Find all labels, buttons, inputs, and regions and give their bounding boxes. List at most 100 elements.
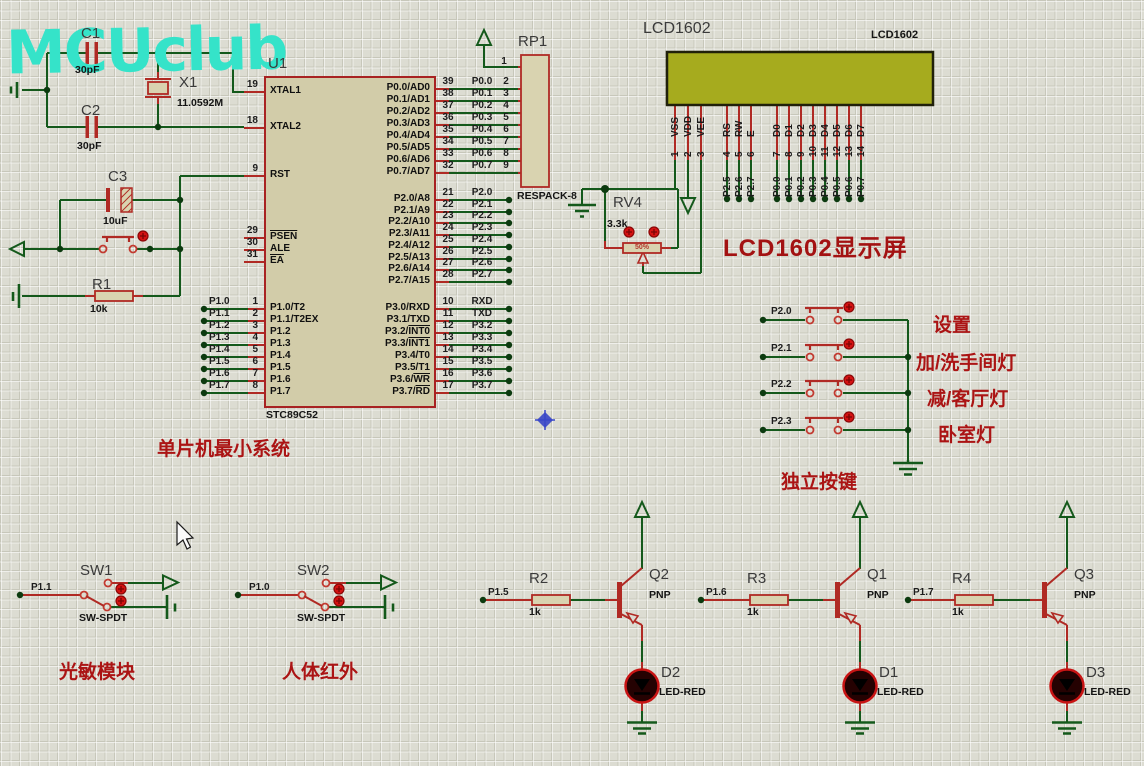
mcu-pin-name: P1.4	[270, 350, 291, 361]
mcu-pin-number: 9	[228, 163, 258, 174]
lcd-pin-name: D0	[772, 124, 784, 137]
mouse-cursor-icon	[177, 522, 193, 549]
net-label: P1.0	[249, 582, 270, 593]
transistor-q1-base-bar	[835, 582, 840, 618]
mcu-pin-number: 16	[436, 368, 460, 379]
net-label: P2.2	[771, 379, 792, 390]
respack-pin-number: 4	[496, 100, 516, 111]
mcu-pin-number: 37	[436, 100, 460, 111]
sw1-ref: SW1	[80, 562, 113, 579]
lcd-pin-number: 13	[844, 146, 856, 157]
transistor-q2-type: PNP	[649, 589, 671, 601]
led-d3-ref: D3	[1086, 664, 1105, 681]
mcu-pin-name: P2.1/A9	[331, 205, 430, 216]
mcu-pin-number: 39	[436, 76, 460, 87]
cap-c2-plate	[86, 116, 90, 138]
net-label: P3.7	[460, 380, 504, 391]
lcd-pin-name: RW	[734, 121, 746, 137]
key-caption-set: 设置	[933, 310, 971, 337]
mcu-pin-number: 29	[228, 225, 258, 236]
reset-button[interactable]	[102, 237, 134, 242]
lcd-pin-name: D2	[796, 124, 808, 137]
mcu-pin-number: 36	[436, 112, 460, 123]
mcu-pin-name: P1.3	[270, 338, 291, 349]
key-button-set[interactable]	[805, 308, 843, 313]
lcd-pin-name: D6	[844, 124, 856, 137]
transistor-q2-base-bar	[617, 582, 622, 618]
mcu-pin-name: P1.7	[270, 386, 291, 397]
lcd-pin-number: 7	[772, 151, 784, 157]
mcu-pin-name: P3.7/RD	[331, 386, 430, 397]
mcu-pin-number: 14	[436, 344, 460, 355]
transistor-q1-ref: Q1	[867, 566, 887, 583]
mcu-pin-number: 23	[436, 210, 460, 221]
respack-pin-number: 7	[496, 136, 516, 147]
mcu-pin-name: P3.4/T0	[331, 350, 430, 361]
interaction-markers[interactable]	[116, 227, 854, 606]
respack-pin-number: 2	[496, 76, 516, 87]
mcu-pin-number: 21	[436, 187, 460, 198]
mcu-pin-name: ALE	[270, 243, 290, 254]
net-label: P0.1	[784, 176, 796, 197]
lcd-display-caption: LCD1602显示屏	[723, 228, 908, 263]
pot-rv4-ref: RV4	[613, 194, 642, 211]
mcu-pin-number: 25	[436, 234, 460, 245]
mcu-pin-name: P1.5	[270, 362, 291, 373]
transistor-q2-ref: Q2	[649, 566, 669, 583]
mcu-pin-name: P2.7/A15	[331, 275, 430, 286]
cap-c3-plate	[106, 188, 110, 212]
lcd-pin-number: 2	[683, 151, 695, 157]
lcd-pin-number: 12	[832, 146, 844, 157]
lcd-pin-name: D5	[832, 124, 844, 137]
mcu-pin-number: 38	[436, 88, 460, 99]
sw1-lever[interactable]	[86, 596, 104, 606]
mcu-pin-name: P3.2/INT0	[331, 326, 430, 337]
net-label: P0.0	[772, 176, 784, 197]
net-label: P1.4	[209, 344, 243, 355]
lcd-pin-name: D1	[784, 124, 796, 137]
led-d3-part: LED-RED	[1084, 686, 1131, 698]
mcu-pin-name: P0.7/AD7	[331, 166, 430, 177]
lcd-title: LCD1602	[643, 20, 711, 38]
mcu-pin-name: P1.2	[270, 326, 291, 337]
resistor-r3-ref: R3	[747, 570, 766, 587]
mcu-pin-number: 13	[436, 332, 460, 343]
lcd-pin-name: VSS	[670, 117, 682, 137]
respack-pin-number: 8	[496, 148, 516, 159]
led-d1-ref: D1	[879, 664, 898, 681]
resistor-r2-value: 1k	[529, 606, 541, 618]
key-button-minus[interactable]	[805, 381, 843, 386]
lcd-pin-number: 11	[820, 146, 832, 157]
net-label: P1.5	[209, 356, 243, 367]
mcu-pin-number: 31	[228, 249, 258, 260]
mcu-pin-name: RST	[270, 169, 290, 180]
crystal-value: 11.0592M	[177, 97, 223, 109]
mcu-pin-number: 10	[436, 296, 460, 307]
mcu-pin-name: PSEN	[270, 231, 297, 242]
net-label: P1.3	[209, 332, 243, 343]
cap-c3-plate-polarized	[121, 188, 132, 212]
key-button-bedroom[interactable]	[805, 418, 843, 423]
mcu-pin-name: P1.1/T2EX	[270, 314, 318, 325]
net-label: P1.5	[488, 587, 509, 598]
sw2-lever[interactable]	[304, 596, 322, 606]
net-label: P2.5	[460, 246, 504, 257]
net-label: P3.6	[460, 368, 504, 379]
mcu-pin-name: P3.0/RXD	[331, 302, 430, 313]
net-label: P1.1	[209, 308, 243, 319]
schematic-wiring	[0, 0, 1144, 766]
lcd-pin-number: 5	[734, 151, 746, 157]
mcu-pin-name: P2.6/A14	[331, 263, 430, 274]
transistor-q3-base-bar	[1042, 582, 1047, 618]
net-label: P0.6	[844, 176, 856, 197]
mcu-pin-number: 24	[436, 222, 460, 233]
resistor-r4-body	[955, 595, 993, 605]
mcu-pin-name: P2.4/A12	[331, 240, 430, 251]
net-label: P2.3	[771, 416, 792, 427]
mcu-pin-name: P2.2/A10	[331, 216, 430, 227]
key-caption-minus: 减/客厅灯	[927, 384, 1008, 411]
mcu-pin-name: P2.5/A13	[331, 252, 430, 263]
key-button-plus[interactable]	[805, 345, 843, 350]
respack-part: RESPACK-8	[517, 190, 577, 202]
mcu-pin-number: 12	[436, 320, 460, 331]
